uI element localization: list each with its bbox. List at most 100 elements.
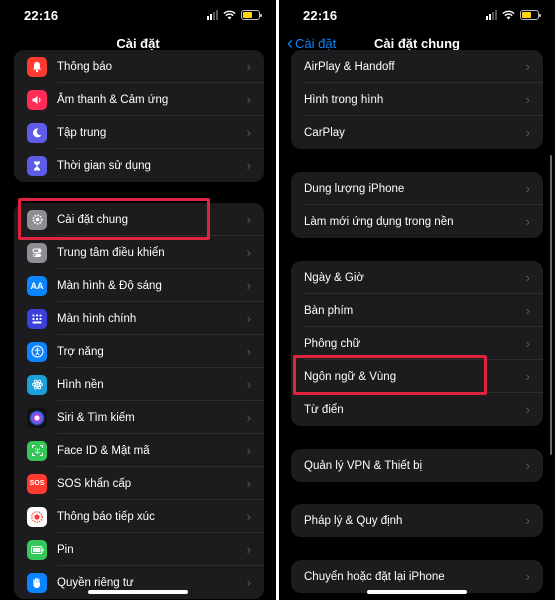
row-label: Ngôn ngữ & Vùng: [304, 370, 397, 383]
settings-row-face-id[interactable]: Face ID & Mật mã ›: [14, 434, 264, 467]
settings-row-sounds[interactable]: Âm thanh & Cảm ứng ›: [14, 83, 264, 116]
settings-row-notifications[interactable]: Thông báo ›: [14, 50, 264, 83]
battery-status-icon: [241, 10, 262, 20]
general-group-3: Ngày & Giờ › Bàn phím › Phông chữ › Ngôn…: [291, 261, 543, 426]
chevron-right-icon: ›: [525, 336, 530, 351]
scrollbar[interactable]: [550, 155, 552, 455]
row-label: Màn hình chính: [57, 312, 137, 325]
page-title: Cài đặt: [116, 36, 160, 51]
general-row-background-refresh[interactable]: Làm mới ứng dụng trong nền ›: [291, 205, 543, 238]
home-indicator: [88, 590, 188, 594]
settings-row-home-screen[interactable]: Màn hình chính ›: [14, 302, 264, 335]
general-group-4: Quản lý VPN & Thiết bị ›: [291, 449, 543, 482]
general-row-legal[interactable]: Pháp lý & Quy định ›: [291, 504, 543, 537]
chevron-right-icon: ›: [246, 311, 251, 326]
chevron-right-icon: ›: [246, 443, 251, 458]
bell-icon: [27, 56, 47, 77]
hourglass-icon: [27, 155, 47, 176]
status-time: 22:16: [303, 8, 338, 23]
chevron-right-icon: ›: [246, 245, 251, 260]
status-icons: [486, 10, 541, 20]
chevron-right-icon: ›: [525, 59, 530, 74]
battery-icon: [27, 539, 47, 560]
settings-row-sos[interactable]: SOS SOS khẩn cấp ›: [14, 467, 264, 500]
chevron-right-icon: ›: [246, 575, 251, 590]
chevron-right-icon: ›: [246, 278, 251, 293]
general-row-transfer-reset[interactable]: Chuyển hoặc đặt lại iPhone ›: [291, 560, 543, 593]
row-label: Quản lý VPN & Thiết bị: [304, 459, 423, 472]
row-label: Chuyển hoặc đặt lại iPhone: [304, 570, 445, 583]
settings-row-privacy[interactable]: Quyền riêng tư ›: [14, 566, 264, 599]
row-label: Thông báo: [57, 60, 112, 73]
settings-row-wallpaper[interactable]: Hình nền ›: [14, 368, 264, 401]
settings-row-general[interactable]: Cài đặt chung ›: [14, 203, 264, 236]
general-row-keyboard[interactable]: Bàn phím ›: [291, 294, 543, 327]
row-label: Siri & Tìm kiếm: [57, 411, 135, 424]
aa-icon: AA: [27, 275, 47, 296]
row-label: CarPlay: [304, 126, 345, 139]
settings-group-2: Cài đặt chung › Trung tâm điều khiển › A…: [14, 203, 264, 599]
general-group-1: AirPlay & Handoff › Hình trong hình › Ca…: [291, 50, 543, 149]
status-bar: 22:16: [0, 0, 276, 32]
general-row-pip[interactable]: Hình trong hình ›: [291, 83, 543, 116]
settings-row-battery[interactable]: Pin ›: [14, 533, 264, 566]
settings-row-accessibility[interactable]: Trợ năng ›: [14, 335, 264, 368]
sos-icon: SOS: [27, 473, 47, 494]
wifi-icon: [502, 10, 515, 20]
general-group-2: Dung lượng iPhone › Làm mới ứng dụng tro…: [291, 172, 543, 238]
row-label: Face ID & Mật mã: [57, 444, 150, 457]
row-label: Pháp lý & Quy định: [304, 514, 403, 527]
speaker-icon: [27, 89, 47, 110]
row-label: Âm thanh & Cảm ứng: [57, 93, 169, 106]
chevron-right-icon: ›: [525, 92, 530, 107]
general-row-language-region[interactable]: Ngôn ngữ & Vùng ›: [291, 360, 543, 393]
row-label: Bàn phím: [304, 304, 354, 317]
chevron-right-icon: ›: [246, 92, 251, 107]
chevron-right-icon: ›: [525, 270, 530, 285]
battery-status-icon: [520, 10, 541, 20]
row-label: Quyền riêng tư: [57, 576, 134, 589]
cellular-signal-icon: [486, 10, 497, 20]
moon-icon: [27, 122, 47, 143]
chevron-right-icon: ›: [525, 569, 530, 584]
general-row-vpn[interactable]: Quản lý VPN & Thiết bị ›: [291, 449, 543, 482]
settings-row-display[interactable]: AA Màn hình & Độ sáng ›: [14, 269, 264, 302]
row-label: Hình nền: [57, 378, 104, 391]
chevron-right-icon: ›: [525, 402, 530, 417]
settings-row-exposure[interactable]: Thông báo tiếp xúc ›: [14, 500, 264, 533]
chevron-right-icon: ›: [246, 542, 251, 557]
row-label: AirPlay & Handoff: [304, 60, 395, 73]
chevron-right-icon: ›: [525, 214, 530, 229]
row-label: Trung tâm điều khiển: [57, 246, 165, 259]
general-row-date-time[interactable]: Ngày & Giờ ›: [291, 261, 543, 294]
chevron-right-icon: ›: [246, 344, 251, 359]
chevron-right-icon: ›: [525, 181, 530, 196]
general-row-dictionary[interactable]: Từ điển ›: [291, 393, 543, 426]
row-label: Phông chữ: [304, 337, 361, 350]
chevron-right-icon: ›: [246, 410, 251, 425]
chevron-right-icon: ›: [525, 125, 530, 140]
chevron-right-icon: ›: [525, 369, 530, 384]
row-label: Ngày & Giờ: [304, 271, 364, 284]
settings-panel: 22:16 Cài đặt Thông báo › Âm thanh & Cảm…: [0, 0, 276, 600]
chevron-right-icon: ›: [525, 458, 530, 473]
row-label: Thông báo tiếp xúc: [57, 510, 155, 523]
home-indicator: [367, 590, 467, 594]
wifi-icon: [223, 10, 236, 20]
general-settings-panel: 22:16 ‹ Cài đặt Cài đặt chung AirPlay & …: [279, 0, 555, 600]
chevron-right-icon: ›: [246, 377, 251, 392]
settings-row-screen-time[interactable]: Thời gian sử dụng ›: [14, 149, 264, 182]
settings-row-control-center[interactable]: Trung tâm điều khiển ›: [14, 236, 264, 269]
settings-row-focus[interactable]: Tập trung ›: [14, 116, 264, 149]
row-label: Pin: [57, 543, 74, 556]
general-row-airplay[interactable]: AirPlay & Handoff ›: [291, 50, 543, 83]
row-label: SOS khẩn cấp: [57, 477, 132, 490]
general-row-carplay[interactable]: CarPlay ›: [291, 116, 543, 149]
general-row-storage[interactable]: Dung lượng iPhone ›: [291, 172, 543, 205]
chevron-right-icon: ›: [246, 212, 251, 227]
cellular-signal-icon: [207, 10, 218, 20]
settings-row-siri[interactable]: Siri & Tìm kiếm ›: [14, 401, 264, 434]
general-row-fonts[interactable]: Phông chữ ›: [291, 327, 543, 360]
chevron-right-icon: ›: [246, 476, 251, 491]
chevron-right-icon: ›: [246, 158, 251, 173]
